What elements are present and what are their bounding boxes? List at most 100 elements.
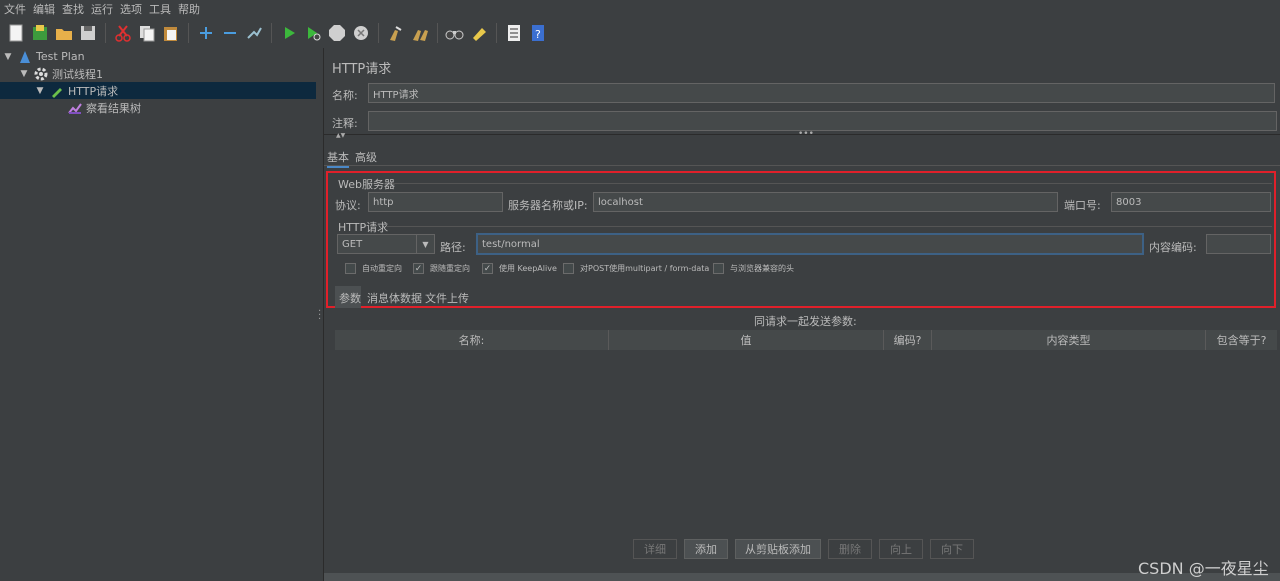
new-icon[interactable] <box>6 23 26 43</box>
checkbox-label: 对POST使用multipart / form-data <box>580 264 710 273</box>
delete-button[interactable]: 删除 <box>828 539 872 559</box>
checkbox-label: 与浏览器兼容的头 <box>730 264 794 273</box>
split-pane-divider[interactable]: · · · <box>316 48 324 581</box>
multipart-checkbox[interactable]: 对POST使用multipart / form-data <box>563 263 709 274</box>
drag-handle-icon[interactable]: · · · <box>318 307 321 325</box>
menu-help[interactable]: 帮助 <box>178 1 200 17</box>
paste-icon[interactable] <box>161 23 181 43</box>
path-input[interactable] <box>476 233 1144 255</box>
column-header-content-type[interactable]: 内容类型 <box>932 330 1206 350</box>
port-label: 端口号: <box>1064 199 1101 212</box>
horizontal-scrollbar[interactable] <box>324 573 1280 581</box>
method-select[interactable]: GET ▼ <box>337 234 435 254</box>
checkbox-label: 自动重定向 <box>362 264 402 273</box>
tree-item-label: 察看结果树 <box>86 101 141 115</box>
menu-run[interactable]: 运行 <box>91 1 113 17</box>
add-button[interactable]: 添加 <box>684 539 728 559</box>
encoding-label: 内容编码: <box>1149 241 1197 254</box>
toolbar-separator <box>188 23 189 43</box>
start-no-pause-icon[interactable] <box>303 23 323 43</box>
menu-file[interactable]: 文件 <box>4 1 26 17</box>
chart-icon <box>68 101 82 115</box>
params-table-body[interactable] <box>335 350 1277 532</box>
name-input[interactable] <box>368 83 1275 103</box>
column-header-name[interactable]: 名称: <box>335 330 609 350</box>
server-input[interactable] <box>593 192 1058 212</box>
reset-search-icon[interactable] <box>469 23 489 43</box>
search-icon[interactable] <box>445 23 465 43</box>
copy-icon[interactable] <box>137 23 157 43</box>
column-header-encode[interactable]: 编码? <box>884 330 932 350</box>
open-icon[interactable] <box>54 23 74 43</box>
svg-text:?: ? <box>535 28 541 41</box>
add-from-clipboard-button[interactable]: 从剪贴板添加 <box>735 539 821 559</box>
checkmark-icon[interactable]: ✓ <box>482 263 493 274</box>
toolbar-separator <box>271 23 272 43</box>
checkbox-label: 使用 KeepAlive <box>499 264 557 273</box>
checkbox-label: 跟随重定向 <box>430 264 470 273</box>
up-button[interactable]: 向上 <box>879 539 923 559</box>
pipette-icon <box>50 84 64 98</box>
tab-advanced[interactable]: 高级 <box>355 149 377 165</box>
checkbox-box[interactable] <box>563 263 574 274</box>
test-plan-icon <box>18 50 32 64</box>
start-icon[interactable] <box>279 23 299 43</box>
chevron-down-icon[interactable]: ▼ <box>2 52 14 62</box>
clear-all-icon[interactable] <box>410 23 430 43</box>
follow-redirect-checkbox[interactable]: ✓ 跟随重定向 <box>413 263 470 274</box>
encoding-input[interactable] <box>1206 234 1271 254</box>
path-label: 路径: <box>440 241 466 254</box>
params-caption: 同请求一起发送参数: <box>754 315 857 328</box>
tab-body-data[interactable]: 消息体数据 <box>367 290 422 306</box>
help-icon[interactable]: ? <box>528 23 548 43</box>
chevron-down-icon[interactable]: ▼ <box>34 86 46 96</box>
collapse-divider[interactable]: ▲▼ ••• <box>324 129 1280 142</box>
tree-item-http-request[interactable]: ▼ HTTP请求 <box>0 82 316 99</box>
clear-icon[interactable] <box>386 23 406 43</box>
save-icon[interactable] <box>78 23 98 43</box>
collapse-arrows-icon[interactable]: ▲▼ <box>336 132 345 139</box>
tree-item-test-plan[interactable]: ▼ Test Plan <box>2 48 85 65</box>
templates-icon[interactable] <box>30 23 50 43</box>
checkmark-icon[interactable]: ✓ <box>413 263 424 274</box>
comment-input[interactable] <box>368 111 1277 131</box>
tab-files-upload[interactable]: 文件上传 <box>425 290 469 306</box>
function-helper-icon[interactable] <box>504 23 524 43</box>
browser-headers-checkbox[interactable]: 与浏览器兼容的头 <box>713 263 794 274</box>
checkbox-box[interactable] <box>345 263 356 274</box>
protocol-input[interactable] <box>368 192 503 212</box>
menu-bar: 文件 编辑 查找 运行 选项 工具 帮助 <box>0 0 1280 18</box>
protocol-label: 协议: <box>335 199 361 212</box>
cut-icon[interactable] <box>113 23 133 43</box>
group-border <box>392 183 1272 184</box>
shutdown-icon[interactable] <box>351 23 371 43</box>
toolbar-separator <box>496 23 497 43</box>
group-border <box>386 226 1272 227</box>
port-input[interactable] <box>1111 192 1271 212</box>
keepalive-checkbox[interactable]: ✓ 使用 KeepAlive <box>482 263 557 274</box>
column-header-include-equals[interactable]: 包含等于? <box>1206 330 1277 350</box>
drag-handle-icon[interactable]: ••• <box>798 129 814 139</box>
toggle-icon[interactable] <box>244 23 264 43</box>
checkbox-box[interactable] <box>713 263 724 274</box>
toolbar: ? <box>0 19 1280 47</box>
tree-item-thread-group[interactable]: ▼ 测试线程1 <box>18 65 103 82</box>
auto-redirect-checkbox[interactable]: 自动重定向 <box>345 263 402 274</box>
chevron-down-icon[interactable]: ▼ <box>416 235 434 253</box>
method-value: GET <box>342 238 363 250</box>
tree-item-view-results-tree[interactable]: 察看结果树 <box>68 99 141 116</box>
expand-icon[interactable] <box>196 23 216 43</box>
tab-parameters[interactable]: 参数 <box>339 290 361 306</box>
menu-edit[interactable]: 编辑 <box>33 1 55 17</box>
panel-title: HTTP请求 <box>332 62 392 77</box>
stop-icon[interactable] <box>327 23 347 43</box>
chevron-down-icon[interactable]: ▼ <box>18 69 30 79</box>
column-header-value[interactable]: 值 <box>609 330 884 350</box>
menu-options[interactable]: 选项 <box>120 1 142 17</box>
down-button[interactable]: 向下 <box>930 539 974 559</box>
collapse-icon[interactable] <box>220 23 240 43</box>
menu-tools[interactable]: 工具 <box>149 1 171 17</box>
detail-button[interactable]: 详细 <box>633 539 677 559</box>
web-server-group-title: Web服务器 <box>338 178 395 191</box>
menu-search[interactable]: 查找 <box>62 1 84 17</box>
